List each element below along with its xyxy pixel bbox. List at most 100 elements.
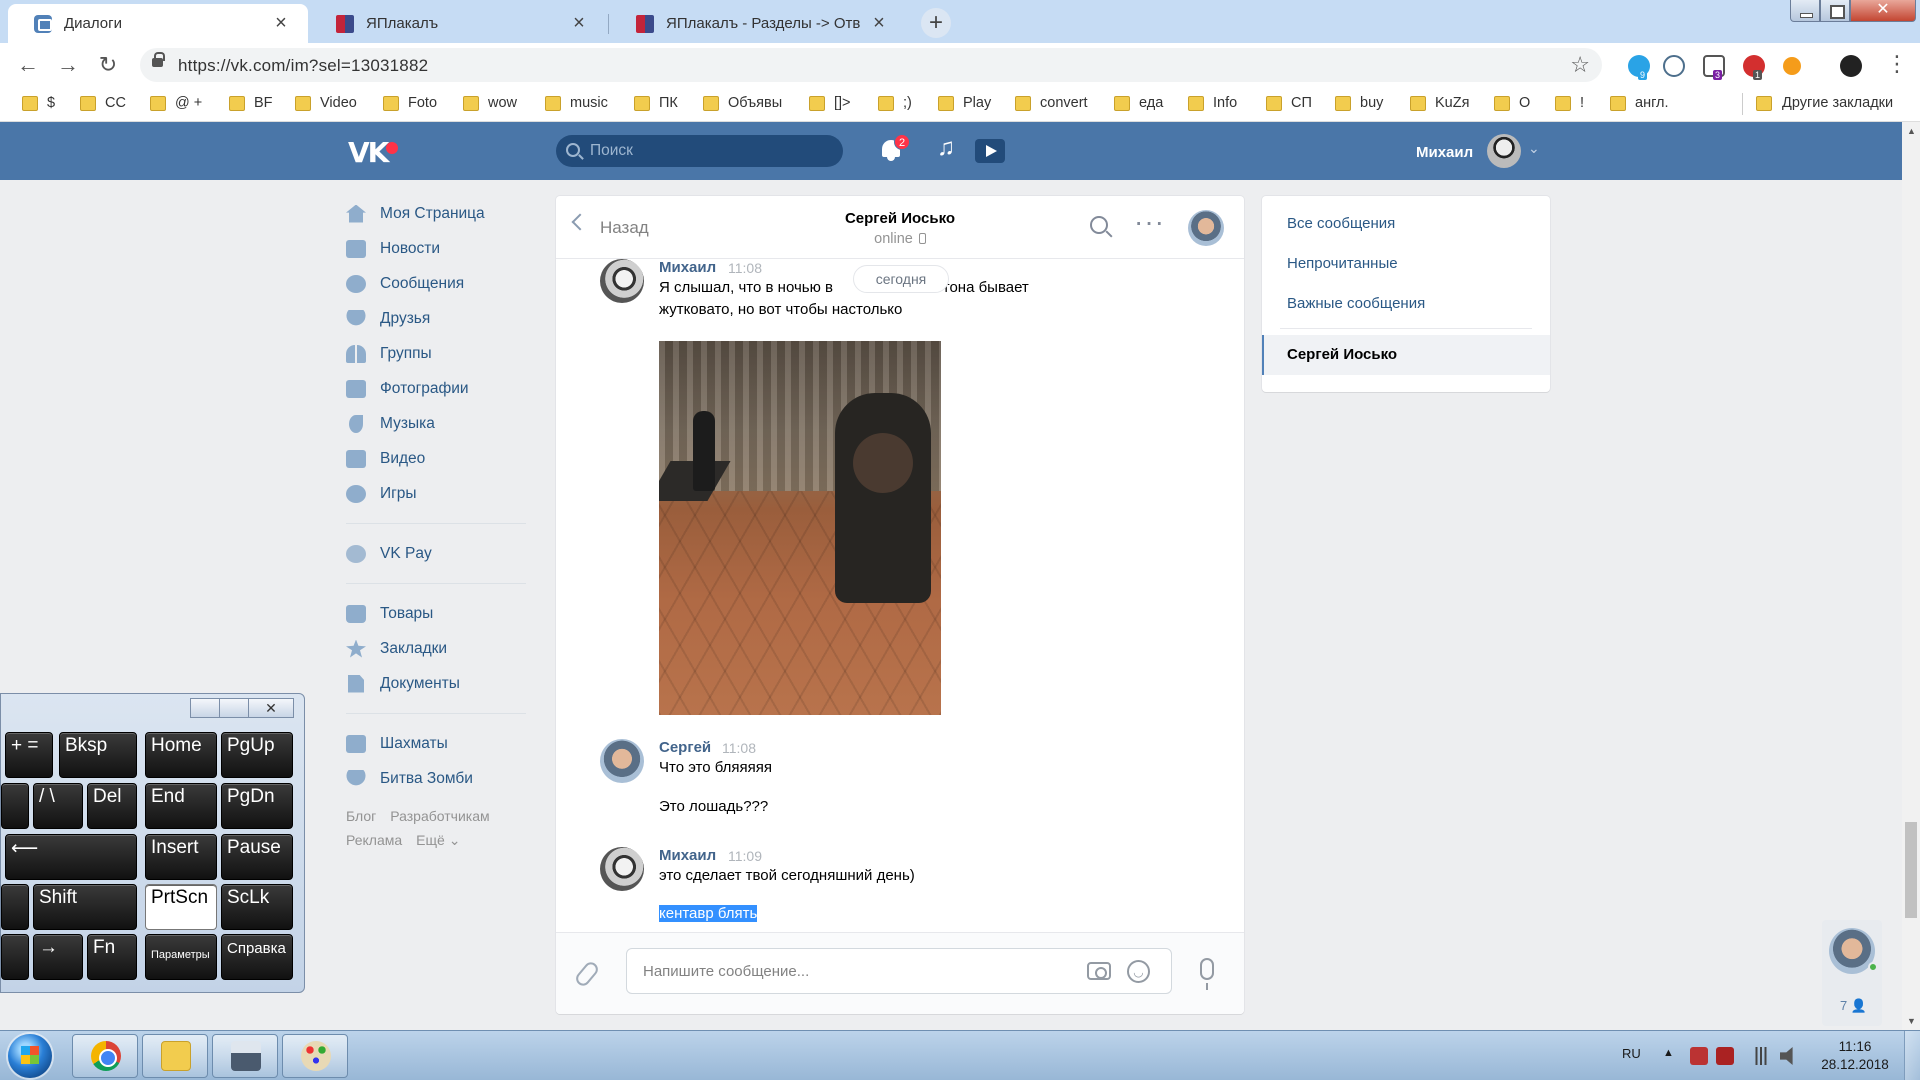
vk-search[interactable] — [556, 135, 843, 167]
video-play-icon[interactable] — [975, 139, 1005, 163]
key-sclk[interactable]: ScLk — [221, 884, 293, 930]
peer-avatar[interactable] — [1188, 210, 1224, 246]
message-input[interactable] — [643, 949, 1063, 993]
message-time[interactable]: 11:08 — [722, 740, 756, 756]
sidebar-item-video[interactable]: Видео — [346, 441, 526, 476]
sidebar-item-zombie-battle[interactable]: Битва Зомби — [346, 761, 526, 796]
avatar[interactable] — [600, 847, 644, 891]
paperclip-icon[interactable] — [573, 959, 601, 989]
close-icon[interactable]: × — [272, 12, 290, 35]
maximize-button[interactable] — [219, 698, 249, 718]
bookmark-folder[interactable]: ПК — [634, 95, 678, 115]
close-icon[interactable]: ✕ — [248, 698, 294, 718]
browser-menu-icon[interactable]: ⋮ — [1886, 51, 1908, 77]
emoji-icon[interactable]: ◡ — [1127, 960, 1150, 983]
language-indicator[interactable]: RU — [1622, 1046, 1641, 1061]
close-icon[interactable]: × — [570, 12, 588, 35]
key-enter[interactable]: ⟵ — [5, 834, 137, 880]
bookmark-folder[interactable]: buy — [1335, 95, 1383, 115]
avatar[interactable] — [1487, 134, 1521, 168]
sidebar-item-bookmarks[interactable]: Закладки — [346, 631, 526, 666]
tab-yaplakal[interactable]: ЯПлакалъ × — [310, 4, 606, 43]
tray-expand-icon[interactable]: ▲ — [1663, 1047, 1674, 1059]
sidebar-item-games[interactable]: Игры — [346, 476, 526, 511]
sidebar-item-documents[interactable]: Документы — [346, 666, 526, 701]
show-desktop-button[interactable] — [1904, 1031, 1920, 1080]
maximize-button[interactable] — [1820, 0, 1850, 22]
bookmark-folder[interactable]: music — [545, 95, 608, 115]
bookmark-folder[interactable]: @ + — [150, 95, 202, 115]
bookmark-folder[interactable]: wow — [463, 95, 517, 115]
search-input[interactable] — [590, 135, 830, 167]
bookmark-folder[interactable]: KuZя — [1410, 95, 1469, 115]
security-icon[interactable] — [1716, 1047, 1734, 1065]
sidebar-item-friends[interactable]: Друзья — [346, 301, 526, 336]
key-blank[interactable] — [1, 783, 29, 829]
more-options-icon[interactable]: ··· — [1134, 206, 1165, 238]
sidebar-item-news[interactable]: Новости — [346, 231, 526, 266]
message-history[interactable]: Михаил 11:08 Я слышал, что в ночью в нгто… — [556, 259, 1244, 932]
address-bar[interactable]: https://vk.com/im?sel=13031882 ☆ — [140, 48, 1602, 82]
bookmark-folder[interactable]: CC — [80, 95, 126, 115]
system-clock[interactable]: 11:16 28.12.2018 — [1810, 1038, 1900, 1074]
avatar[interactable] — [600, 739, 644, 783]
conversation-tab-active[interactable]: Сергей Иосько — [1262, 335, 1550, 375]
signal-icon[interactable] — [1752, 1047, 1770, 1065]
volume-icon[interactable] — [1780, 1047, 1793, 1065]
profile-avatar-icon[interactable] — [1840, 55, 1862, 77]
message-time[interactable]: 11:09 — [728, 848, 762, 864]
key-shift[interactable]: Shift — [33, 884, 137, 930]
key-bksp[interactable]: Bksp — [59, 732, 137, 778]
header-user-name[interactable]: Михаил — [1416, 144, 1473, 161]
key-prtscn[interactable]: PrtScn — [145, 884, 217, 930]
message-author[interactable]: Михаил — [659, 259, 716, 276]
bookmark-folder[interactable]: Play — [938, 95, 991, 115]
sidebar-item-groups[interactable]: Группы — [346, 336, 526, 371]
taskbar-chrome[interactable] — [72, 1034, 138, 1078]
close-icon[interactable]: × — [870, 12, 888, 35]
bookmark-star-icon[interactable]: ☆ — [1570, 52, 1590, 78]
bookmark-folder[interactable]: convert — [1015, 95, 1088, 115]
music-icon[interactable]: ♫ — [937, 134, 955, 162]
other-bookmarks[interactable]: Другие закладки — [1756, 95, 1893, 111]
key-arrow[interactable]: → — [33, 934, 83, 980]
window-close-button[interactable]: ✕ — [1850, 0, 1916, 22]
bookmark-folder[interactable]: Foto — [383, 95, 437, 115]
key-slash[interactable]: / \ — [33, 783, 83, 829]
tab-yaplakal-reply[interactable]: ЯПлакалъ - Разделы -> Ответ в × — [610, 4, 906, 43]
key-pgdn[interactable]: PgDn — [221, 783, 293, 829]
page-scrollbar[interactable]: ▲ ▼ — [1902, 122, 1920, 1030]
filter-all-messages[interactable]: Все сообщения — [1262, 204, 1550, 244]
message-input-box[interactable]: ◡ — [626, 948, 1172, 994]
bookmark-folder[interactable]: Video — [295, 95, 357, 115]
taskbar-explorer[interactable] — [142, 1034, 208, 1078]
friends-chat-widget[interactable]: 7 👤 — [1822, 920, 1882, 1026]
minimize-button[interactable] — [1790, 0, 1820, 22]
bookmark-folder[interactable]: О — [1494, 95, 1530, 115]
filter-important[interactable]: Важные сообщения — [1262, 284, 1550, 324]
camera-icon[interactable] — [1087, 962, 1111, 980]
forward-arrow-icon[interactable]: → — [54, 51, 82, 79]
key-insert[interactable]: Insert — [145, 834, 217, 880]
footer-link-developers[interactable]: Разработчикам — [390, 808, 489, 824]
back-arrow-icon[interactable]: ← — [14, 51, 42, 79]
sidebar-item-chess[interactable]: Шахматы — [346, 726, 526, 761]
bookmark-folder[interactable]: []> — [809, 95, 851, 115]
microphone-icon[interactable] — [1200, 958, 1214, 990]
message-author[interactable]: Михаил — [659, 847, 716, 864]
footer-link-blog[interactable]: Блог — [346, 808, 376, 824]
sidebar-item-vk-pay[interactable]: VK Pay — [346, 536, 526, 571]
vk-logo[interactable]: VK — [348, 136, 402, 169]
bookmark-folder[interactable]: Info — [1188, 95, 1237, 115]
key-pause[interactable]: Pause — [221, 834, 293, 880]
footer-link-more[interactable]: Ещё ⌄ — [416, 832, 460, 848]
bookmark-folder[interactable]: ;) — [878, 95, 912, 115]
bookmark-folder[interactable]: ! — [1555, 95, 1584, 115]
key-end[interactable]: End — [145, 783, 217, 829]
key-home[interactable]: Home — [145, 732, 217, 778]
message-photo[interactable] — [659, 341, 941, 715]
bookmark-folder[interactable]: $ — [22, 95, 55, 115]
bookmark-folder[interactable]: СП — [1266, 95, 1312, 115]
key-fn[interactable]: Fn — [87, 934, 137, 980]
tab-dialogs[interactable]: Диалоги × — [8, 4, 308, 43]
